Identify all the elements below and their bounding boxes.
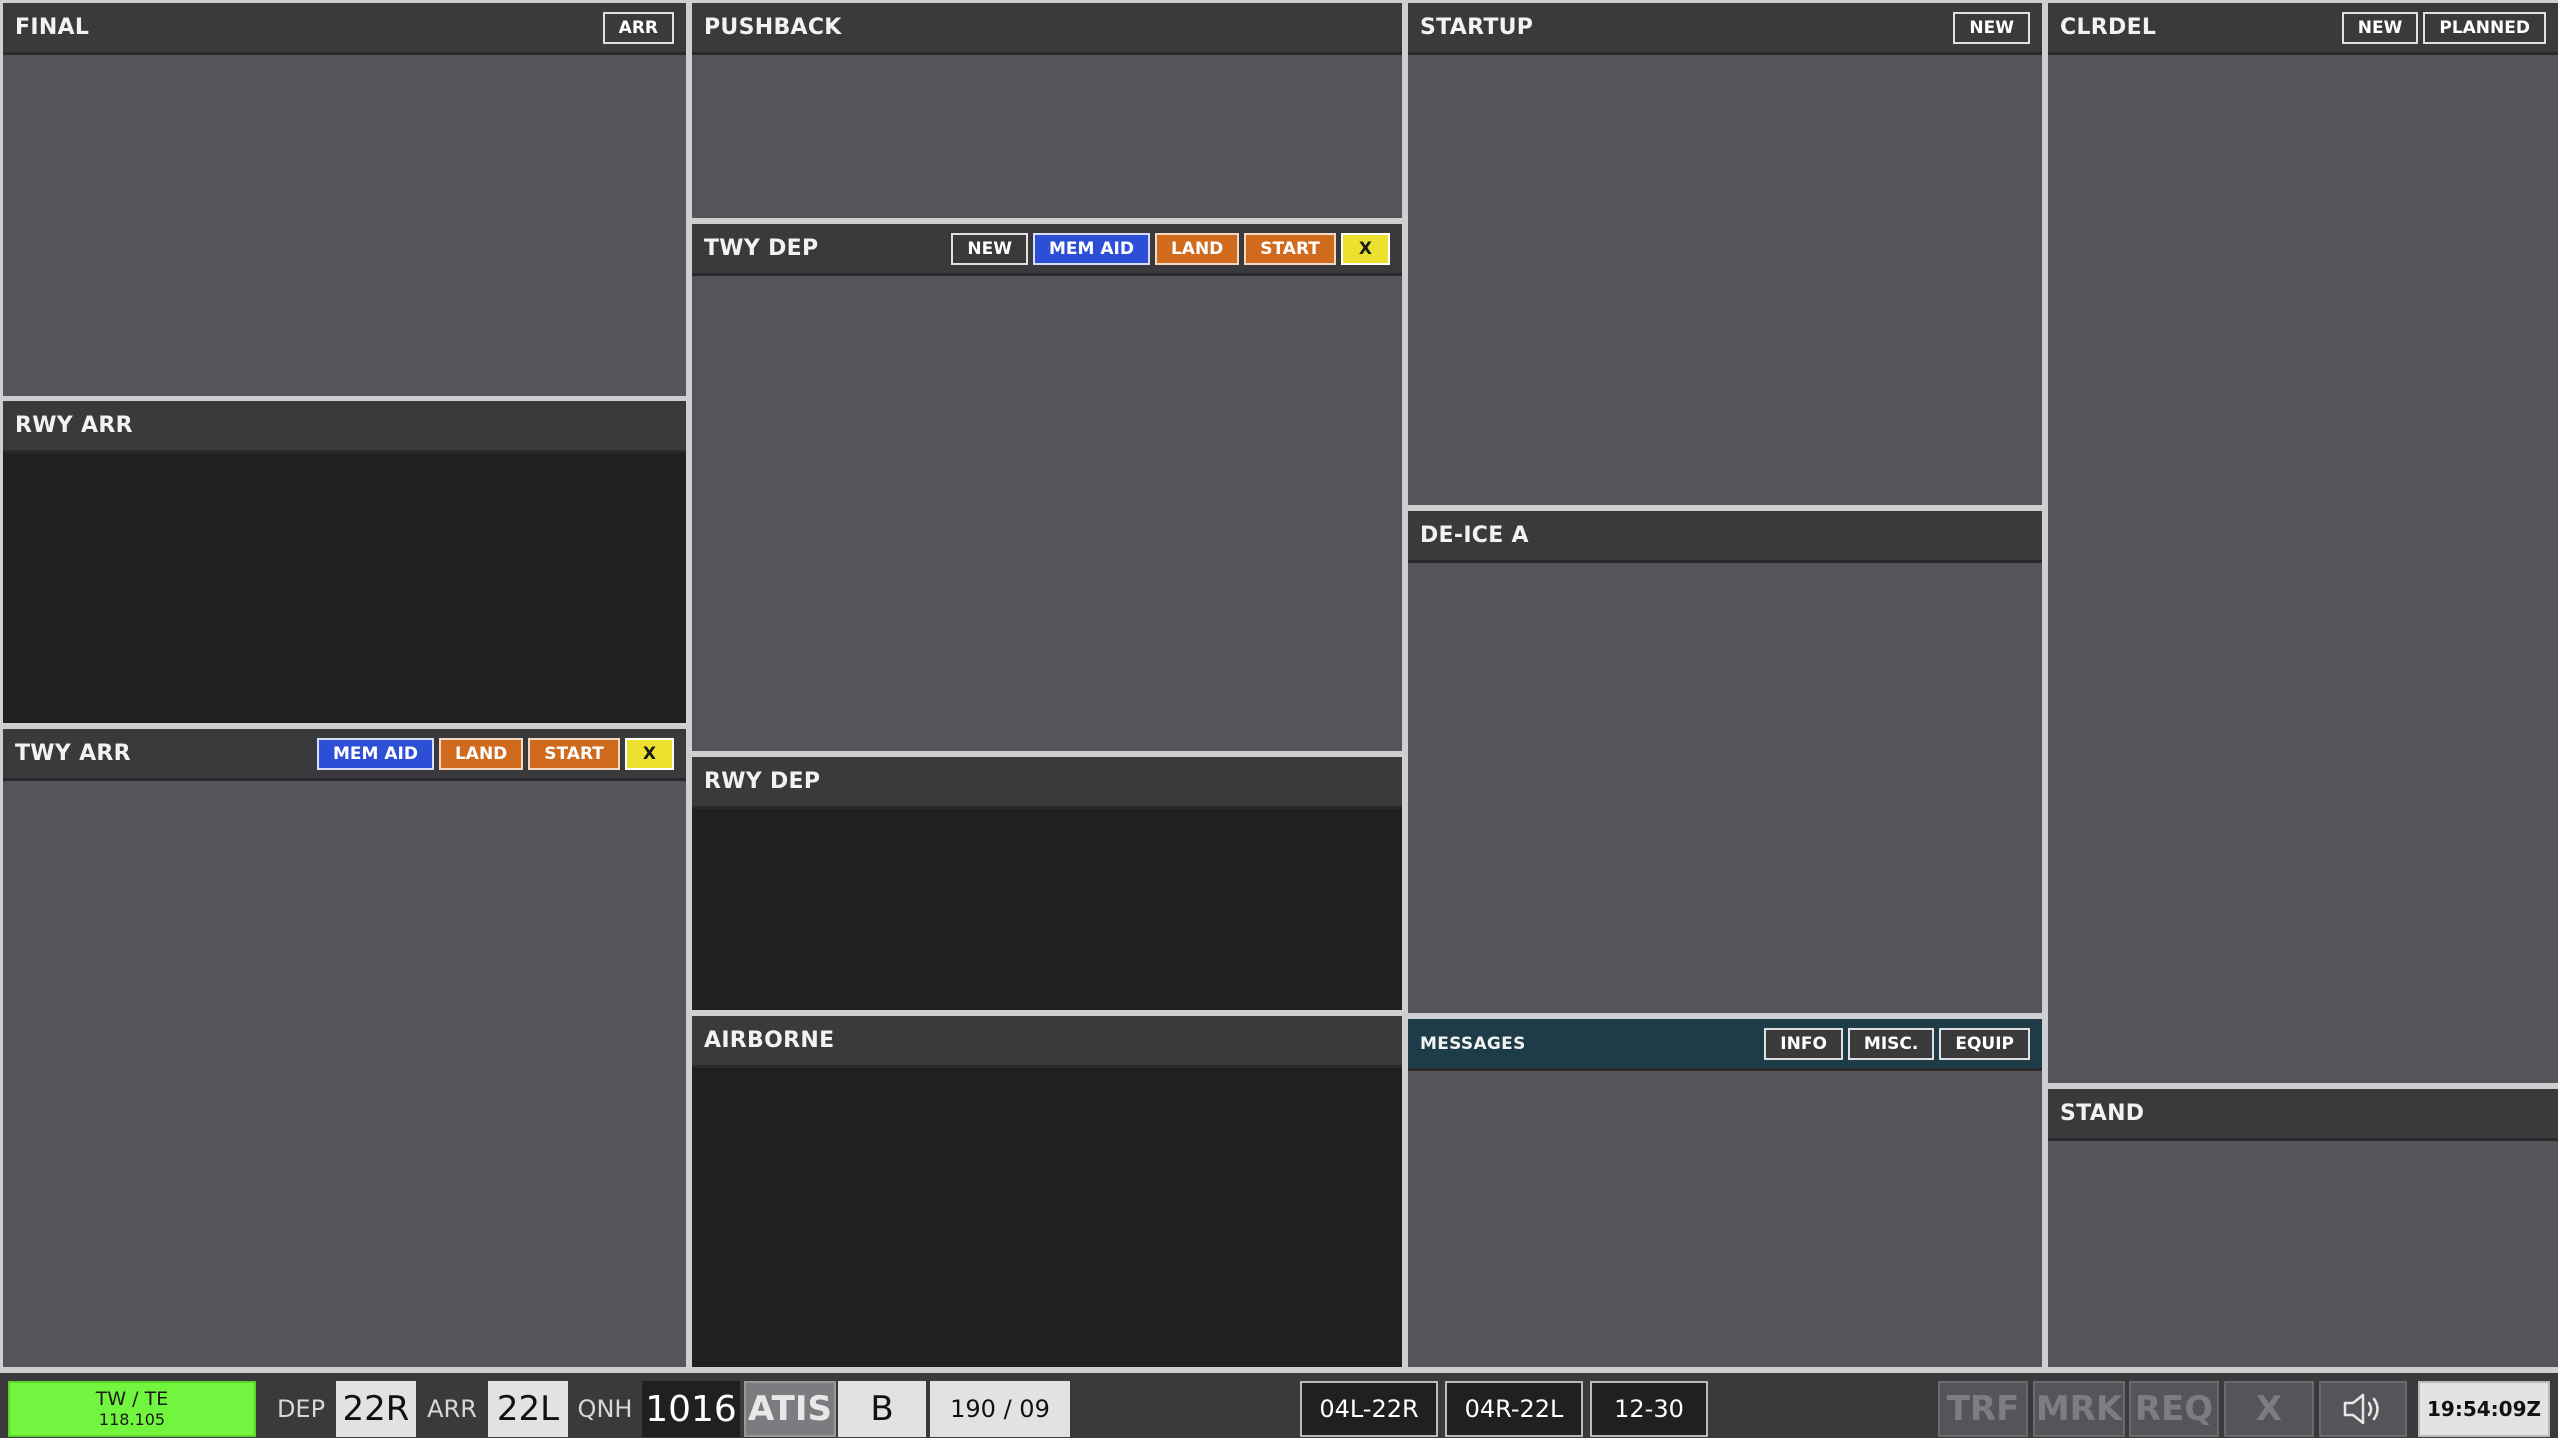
strip-bay[interactable] [692, 55, 1402, 218]
mem-aid-button[interactable]: MEM AID [316, 737, 434, 770]
panel-header: RWY ARR [3, 401, 686, 453]
position-selector[interactable]: TW / TE 118.105 [8, 1381, 256, 1437]
atis-button[interactable]: ATIS [744, 1381, 836, 1437]
speaker-button[interactable] [2319, 1381, 2407, 1437]
dep-runway[interactable]: 22R [336, 1381, 416, 1437]
panel-rwy-dep: RWY DEP [692, 757, 1402, 1010]
panel-title: TWY ARR [15, 741, 131, 766]
close-tool-button[interactable]: X [2224, 1381, 2314, 1437]
runway-config-04l-22r[interactable]: 04L-22R [1300, 1381, 1438, 1437]
panel-title: STARTUP [1420, 15, 1534, 40]
panel-title: PUSHBACK [704, 15, 842, 40]
strip-bay[interactable] [1408, 55, 2042, 505]
panel-title: FINAL [15, 15, 90, 40]
panel-rwy-arr: RWY ARR [3, 401, 686, 723]
strip-bay[interactable] [692, 276, 1402, 751]
land-button[interactable]: LAND [438, 737, 524, 770]
panel-title: CLRDEL [2060, 15, 2157, 40]
strip-bay[interactable] [1408, 563, 2042, 1013]
panel-title: DE-ICE A [1420, 523, 1529, 548]
speaker-icon [2343, 1393, 2379, 1425]
panel-twy-dep: TWY DEP NEW MEM AID LAND START X [692, 224, 1402, 751]
start-button[interactable]: START [1244, 232, 1336, 265]
position-label: TW / TE [95, 1388, 169, 1410]
panel-deice: DE-ICE A [1408, 511, 2042, 1013]
panel-title: RWY ARR [15, 413, 133, 438]
land-button[interactable]: LAND [1154, 232, 1240, 265]
strip-bay[interactable] [3, 55, 686, 396]
runway-config-04r-22l[interactable]: 04R-22L [1445, 1381, 1583, 1437]
panel-header: CLRDEL NEW PLANNED [2048, 3, 2558, 55]
frequency-label: 118.105 [98, 1410, 166, 1429]
qnh-value: 1016 [642, 1381, 740, 1437]
utc-clock: 19:54:09Z [2418, 1381, 2550, 1437]
panel-header: TWY ARR MEM AID LAND START X [3, 729, 686, 781]
panel-header: RWY DEP [692, 757, 1402, 809]
strip-bay[interactable] [3, 781, 686, 1367]
planned-button[interactable]: PLANNED [2423, 11, 2546, 44]
info-button[interactable]: INFO [1764, 1027, 1843, 1060]
panel-header: TWY DEP NEW MEM AID LAND START X [692, 224, 1402, 276]
message-list[interactable] [1408, 1071, 2042, 1367]
arr-runway[interactable]: 22L [488, 1381, 568, 1437]
strip-bay[interactable] [2048, 55, 2558, 1083]
new-button[interactable]: NEW [1953, 11, 2030, 44]
panel-messages: MESSAGES INFO MISC. EQUIP [1408, 1019, 2042, 1367]
panel-title: STAND [2060, 1101, 2145, 1126]
arr-label: ARR [427, 1395, 477, 1423]
new-button[interactable]: NEW [2341, 11, 2419, 44]
panel-twy-arr: TWY ARR MEM AID LAND START X [3, 729, 686, 1367]
panel-title: MESSAGES [1420, 1033, 1526, 1054]
strip-bay[interactable] [692, 809, 1402, 1010]
panel-header: STAND [2048, 1089, 2558, 1141]
atis-code: B [838, 1381, 926, 1437]
qnh-label: QNH [577, 1395, 633, 1423]
panel-header: AIRBORNE [692, 1016, 1402, 1068]
efs-app: FINAL ARR RWY ARR TWY ARR MEM AID LAND S… [0, 0, 2558, 1438]
panel-final: FINAL ARR [3, 3, 686, 396]
panel-pushback: PUSHBACK [692, 3, 1402, 218]
start-button[interactable]: START [528, 737, 620, 770]
panel-startup: STARTUP NEW [1408, 3, 2042, 505]
panel-title: RWY DEP [704, 769, 821, 794]
panel-title: AIRBORNE [704, 1028, 835, 1053]
panel-clrdel: CLRDEL NEW PLANNED [2048, 3, 2558, 1083]
status-bar: TW / TE 118.105 DEP 22R ARR 22L QNH 1016… [0, 1370, 2558, 1438]
strip-bay[interactable] [692, 1068, 1402, 1367]
req-button[interactable]: REQ [2129, 1381, 2219, 1437]
trf-button[interactable]: TRF [1938, 1381, 2028, 1437]
strip-bay[interactable] [3, 453, 686, 723]
equip-button[interactable]: EQUIP [1939, 1027, 2030, 1060]
arr-button[interactable]: ARR [602, 11, 674, 44]
panel-title: TWY DEP [704, 236, 819, 261]
panel-header: STARTUP NEW [1408, 3, 2042, 55]
panel-airborne: AIRBORNE [692, 1016, 1402, 1367]
panel-header: DE-ICE A [1408, 511, 2042, 563]
dep-label: DEP [276, 1395, 326, 1423]
misc-button[interactable]: MISC. [1847, 1027, 1935, 1060]
close-button[interactable]: X [624, 737, 674, 770]
wind-readout: 190 / 09 [930, 1381, 1070, 1437]
new-button[interactable]: NEW [951, 232, 1028, 265]
close-button[interactable]: X [1340, 232, 1390, 265]
panel-header: MESSAGES INFO MISC. EQUIP [1408, 1019, 2042, 1071]
strip-bay[interactable] [2048, 1141, 2558, 1367]
panel-header: PUSHBACK [692, 3, 1402, 55]
mrk-button[interactable]: MRK [2033, 1381, 2125, 1437]
panel-header: FINAL ARR [3, 3, 686, 55]
mem-aid-button[interactable]: MEM AID [1032, 232, 1150, 265]
runway-config-12-30[interactable]: 12-30 [1590, 1381, 1708, 1437]
panel-stand: STAND [2048, 1089, 2558, 1367]
